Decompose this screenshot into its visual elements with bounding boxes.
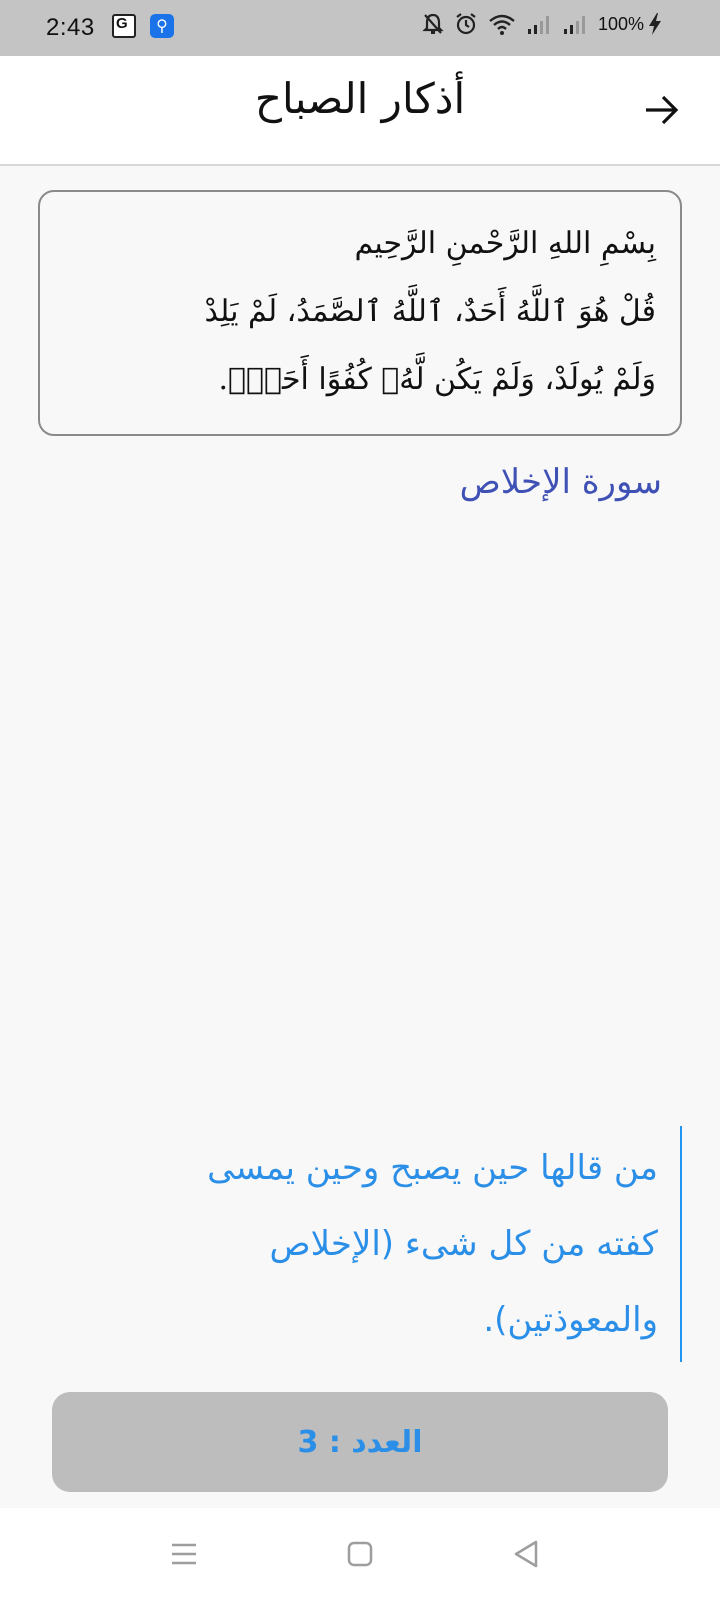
back-icon[interactable] (508, 1536, 544, 1572)
arrow-right-icon[interactable] (642, 90, 682, 130)
status-time: 2:43 (46, 14, 95, 41)
app-bar: أذكار الصباح (0, 56, 720, 166)
dhikr-line: وَلَمْ يُولَدْ، وَلَمْ يَكُن لَّهُۥ كُفُ… (218, 362, 656, 397)
dhikr-card: بِسْمِ اللهِ الرَّحْمنِ الرَّحِيم قُلْ ه… (38, 190, 682, 436)
signal-icon (527, 16, 549, 34)
mute-icon (422, 13, 444, 34)
dhikr-source: سورة الإخلاص (459, 462, 662, 502)
home-icon[interactable] (342, 1536, 378, 1572)
virtue-line: من قالها حين يصبح وحين يمسى (207, 1148, 658, 1188)
status-bar: 2:43 ⚲ (0, 0, 720, 56)
alarm-icon (456, 13, 476, 35)
dhikr-line: قُلْ هُوَ ٱللَّهُ أَحَدٌ، ٱللَّهُ ٱلصَّم… (204, 294, 656, 329)
virtue-line: كفته من كل شىء (الإخلاص (269, 1224, 658, 1264)
translate-icon (112, 14, 136, 38)
counter-button[interactable]: العدد : 3 (52, 1392, 668, 1492)
wifi-icon (489, 14, 515, 35)
status-left-icons: ⚲ (112, 14, 174, 38)
menu-icon[interactable] (166, 1536, 202, 1572)
dhikr-line: بِسْمِ اللهِ الرَّحْمنِ الرَّحِيم (354, 226, 656, 261)
dhikr-text: بِسْمِ اللهِ الرَّحْمنِ الرَّحِيم قُلْ ه… (64, 210, 656, 414)
battery-level: 100% (597, 13, 644, 34)
counter-label: العدد : 3 (297, 1424, 423, 1460)
page-title: أذكار الصباح (254, 74, 466, 123)
system-nav-bar (0, 1508, 720, 1600)
virtue-note: من قالها حين يصبح وحين يمسى كفته من كل ش… (72, 1126, 682, 1362)
signal-icon-2 (563, 16, 585, 34)
usb-icon: ⚲ (150, 14, 174, 38)
virtue-line: والمعوذتين). (483, 1300, 658, 1340)
status-right-icons: 100% (422, 12, 662, 36)
charging-icon (649, 13, 661, 35)
virtue-text: من قالها حين يصبح وحين يمسى كفته من كل ش… (72, 1126, 658, 1358)
